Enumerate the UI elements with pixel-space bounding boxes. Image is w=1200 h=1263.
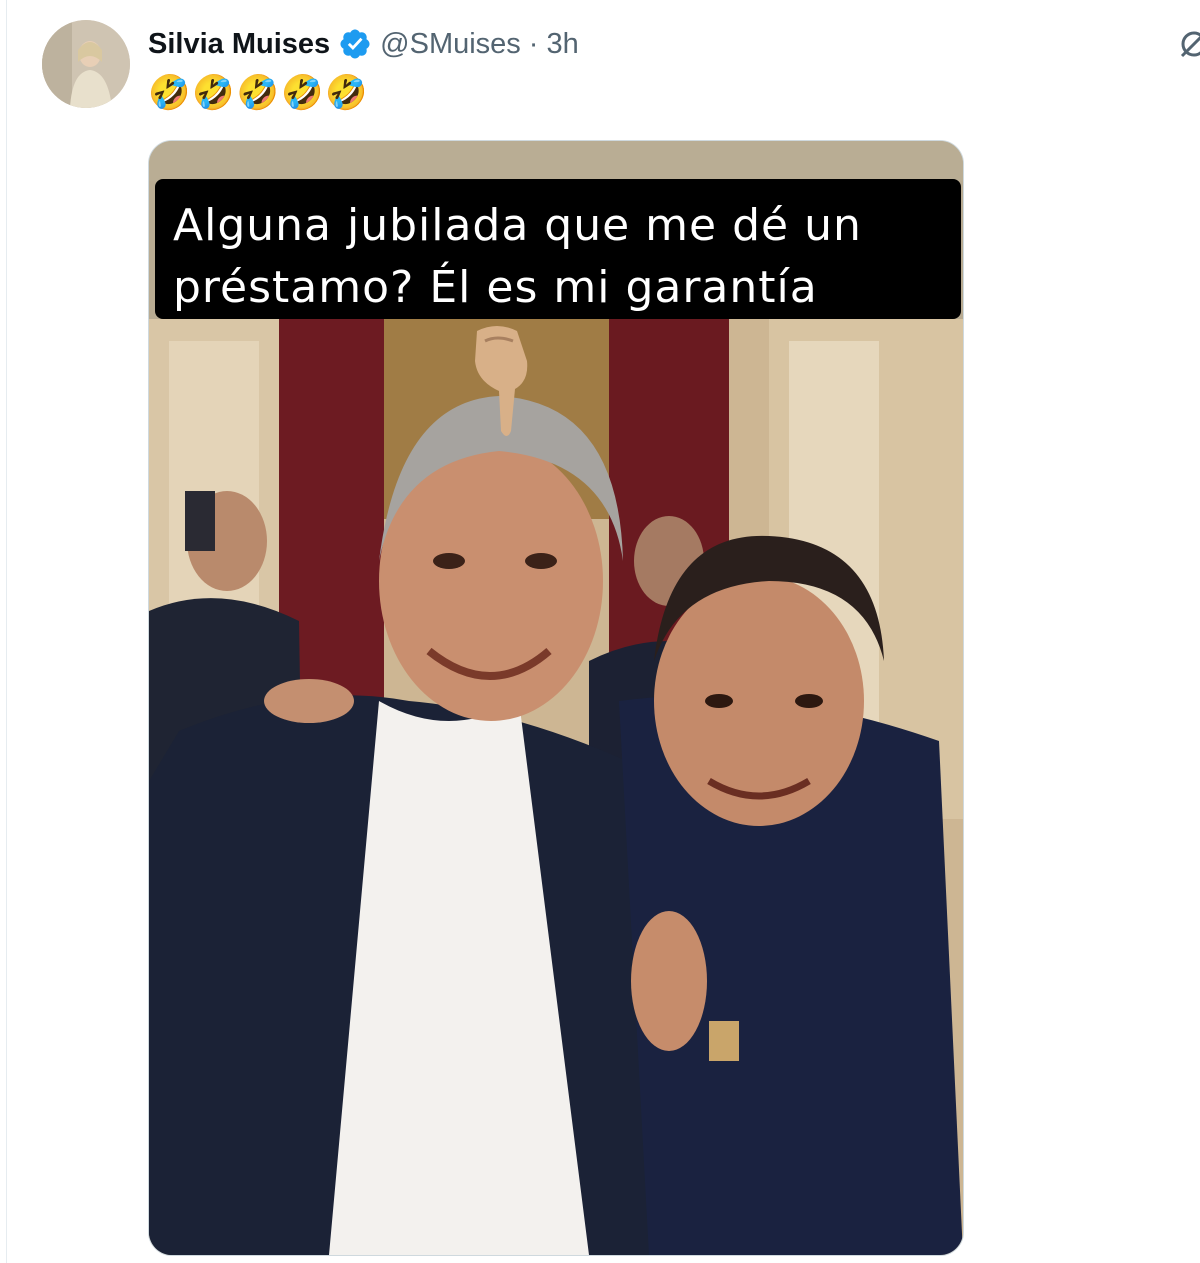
timestamp[interactable]: 3h (546, 28, 578, 61)
tweet-media[interactable]: Alguna jubilada que me dé un préstamo? É… (148, 140, 964, 1256)
tweet-text: 🤣🤣🤣🤣🤣 (148, 74, 370, 112)
timeline-border (6, 0, 7, 1263)
verified-badge-icon (340, 29, 370, 59)
avatar-image (42, 20, 130, 108)
display-name[interactable]: Silvia Muises (148, 28, 330, 61)
tweet-header: Silvia Muises @SMuises · 3h (148, 22, 579, 66)
grok-icon[interactable] (1176, 26, 1200, 62)
pointing-down-hand-icon (475, 326, 528, 436)
user-handle[interactable]: @SMuises (380, 28, 521, 61)
separator-dot: · (528, 27, 539, 60)
meme-caption: Alguna jubilada que me dé un préstamo? É… (173, 200, 862, 313)
avatar[interactable] (42, 20, 130, 108)
